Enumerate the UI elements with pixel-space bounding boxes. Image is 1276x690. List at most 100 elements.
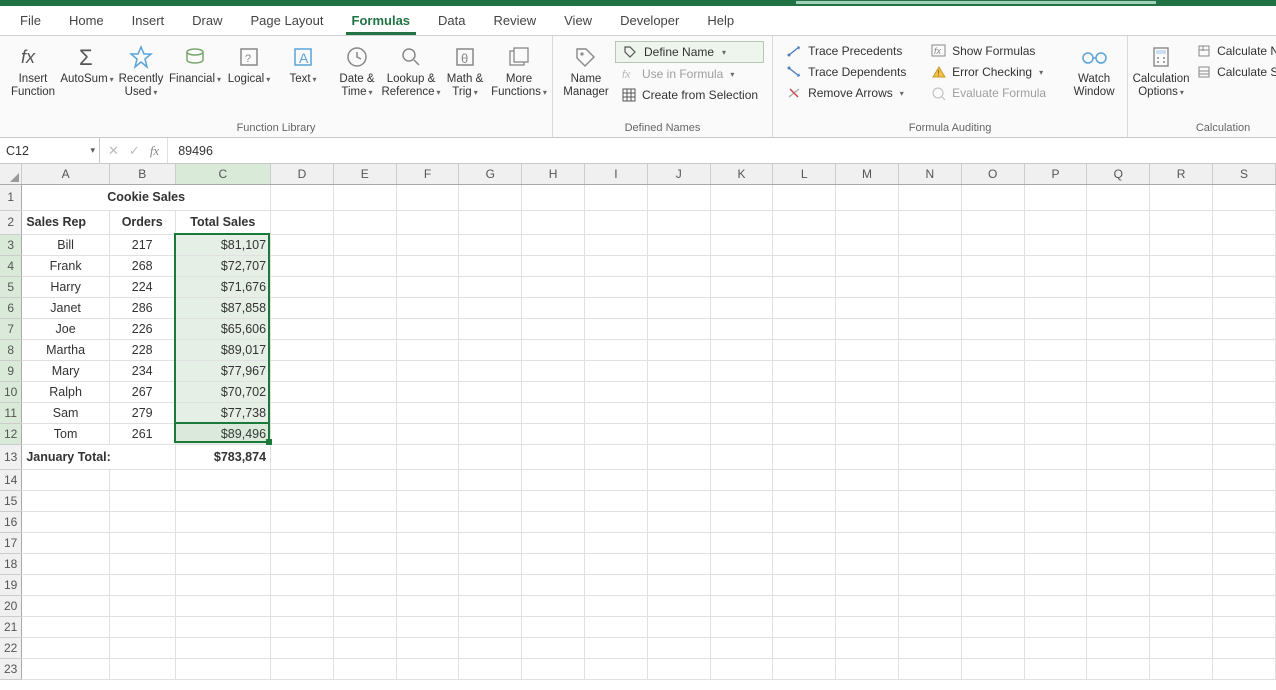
show-formulas-button[interactable]: fx Show Formulas	[925, 41, 1065, 61]
cell-G21[interactable]	[459, 616, 522, 637]
cell-P18[interactable]	[1024, 553, 1087, 574]
cell-J11[interactable]	[647, 402, 710, 423]
cell-H20[interactable]	[522, 595, 585, 616]
cell-J1[interactable]	[647, 184, 710, 210]
cell-B23[interactable]	[109, 658, 175, 679]
cell-Q5[interactable]	[1087, 276, 1150, 297]
cell-J21[interactable]	[647, 616, 710, 637]
cell-R19[interactable]	[1150, 574, 1213, 595]
cell-E18[interactable]	[333, 553, 396, 574]
cell-E15[interactable]	[333, 490, 396, 511]
cell-F3[interactable]	[396, 234, 459, 255]
col-header-N[interactable]: N	[898, 164, 961, 184]
cell-C2[interactable]: Total Sales	[175, 210, 271, 234]
cell-D8[interactable]	[271, 339, 334, 360]
cell-L23[interactable]	[773, 658, 836, 679]
row-header-23[interactable]: 23	[0, 658, 22, 679]
cell-B9[interactable]: 234	[109, 360, 175, 381]
cell-K22[interactable]	[710, 637, 773, 658]
menu-tab-review[interactable]: Review	[480, 7, 551, 34]
cell-Q12[interactable]	[1087, 423, 1150, 444]
cell-Q21[interactable]	[1087, 616, 1150, 637]
row-header-10[interactable]: 10	[0, 381, 22, 402]
cell-K3[interactable]	[710, 234, 773, 255]
cell-A6[interactable]: Janet	[22, 297, 110, 318]
cell-L6[interactable]	[773, 297, 836, 318]
cell-J12[interactable]	[647, 423, 710, 444]
cell-K2[interactable]	[710, 210, 773, 234]
cell-D11[interactable]	[271, 402, 334, 423]
cell-P12[interactable]	[1024, 423, 1087, 444]
cell-H17[interactable]	[522, 532, 585, 553]
col-header-J[interactable]: J	[647, 164, 710, 184]
cell-A15[interactable]	[22, 490, 110, 511]
cell-G6[interactable]	[459, 297, 522, 318]
cell-M13[interactable]	[836, 444, 899, 469]
cell-J15[interactable]	[647, 490, 710, 511]
cell-K16[interactable]	[710, 511, 773, 532]
cell-K10[interactable]	[710, 381, 773, 402]
menu-tab-insert[interactable]: Insert	[118, 7, 179, 34]
trace-dependents-button[interactable]: Trace Dependents	[781, 62, 921, 82]
cell-M11[interactable]	[836, 402, 899, 423]
cell-L2[interactable]	[773, 210, 836, 234]
cell-H1[interactable]	[522, 184, 585, 210]
autosum-button[interactable]: Σ AutoSum▾	[60, 39, 114, 90]
cell-K13[interactable]	[710, 444, 773, 469]
cell-Q11[interactable]	[1087, 402, 1150, 423]
cell-I17[interactable]	[585, 532, 648, 553]
cell-I15[interactable]	[585, 490, 648, 511]
cell-I19[interactable]	[585, 574, 648, 595]
cell-N4[interactable]	[898, 255, 961, 276]
cell-S5[interactable]	[1212, 276, 1275, 297]
cell-H21[interactable]	[522, 616, 585, 637]
cell-N2[interactable]	[898, 210, 961, 234]
cell-P17[interactable]	[1024, 532, 1087, 553]
cell-A18[interactable]	[22, 553, 110, 574]
cell-K21[interactable]	[710, 616, 773, 637]
cell-C9[interactable]: $77,967	[175, 360, 271, 381]
cell-D12[interactable]	[271, 423, 334, 444]
cell-A4[interactable]: Frank	[22, 255, 110, 276]
col-header-K[interactable]: K	[710, 164, 773, 184]
error-checking-button[interactable]: ! Error Checking ▾	[925, 62, 1065, 82]
cell-P4[interactable]	[1024, 255, 1087, 276]
cell-M21[interactable]	[836, 616, 899, 637]
cell-G4[interactable]	[459, 255, 522, 276]
cell-O13[interactable]	[961, 444, 1024, 469]
cell-J7[interactable]	[647, 318, 710, 339]
cell-J19[interactable]	[647, 574, 710, 595]
cell-P14[interactable]	[1024, 469, 1087, 490]
row-header-13[interactable]: 13	[0, 444, 22, 469]
cell-N17[interactable]	[898, 532, 961, 553]
cell-P10[interactable]	[1024, 381, 1087, 402]
cell-L11[interactable]	[773, 402, 836, 423]
cell-G11[interactable]	[459, 402, 522, 423]
cell-A14[interactable]	[22, 469, 110, 490]
use-in-formula-button[interactable]: fx Use in Formula ▾	[615, 64, 764, 84]
cell-P11[interactable]	[1024, 402, 1087, 423]
cell-K1[interactable]	[710, 184, 773, 210]
calculate-now-button[interactable]: Calculate Now	[1190, 41, 1276, 61]
cell-S18[interactable]	[1212, 553, 1275, 574]
cell-A16[interactable]	[22, 511, 110, 532]
cell-B3[interactable]: 217	[109, 234, 175, 255]
row-header-12[interactable]: 12	[0, 423, 22, 444]
cell-E23[interactable]	[333, 658, 396, 679]
cell-R10[interactable]	[1150, 381, 1213, 402]
cell-N8[interactable]	[898, 339, 961, 360]
cell-I7[interactable]	[585, 318, 648, 339]
cell-A22[interactable]	[22, 637, 110, 658]
cell-J20[interactable]	[647, 595, 710, 616]
cell-D6[interactable]	[271, 297, 334, 318]
row-header-22[interactable]: 22	[0, 637, 22, 658]
cell-A11[interactable]: Sam	[22, 402, 110, 423]
cell-M2[interactable]	[836, 210, 899, 234]
cell-M10[interactable]	[836, 381, 899, 402]
cell-J5[interactable]	[647, 276, 710, 297]
cell-F18[interactable]	[396, 553, 459, 574]
cell-D5[interactable]	[271, 276, 334, 297]
cell-E22[interactable]	[333, 637, 396, 658]
cell-Q3[interactable]	[1087, 234, 1150, 255]
cell-H18[interactable]	[522, 553, 585, 574]
